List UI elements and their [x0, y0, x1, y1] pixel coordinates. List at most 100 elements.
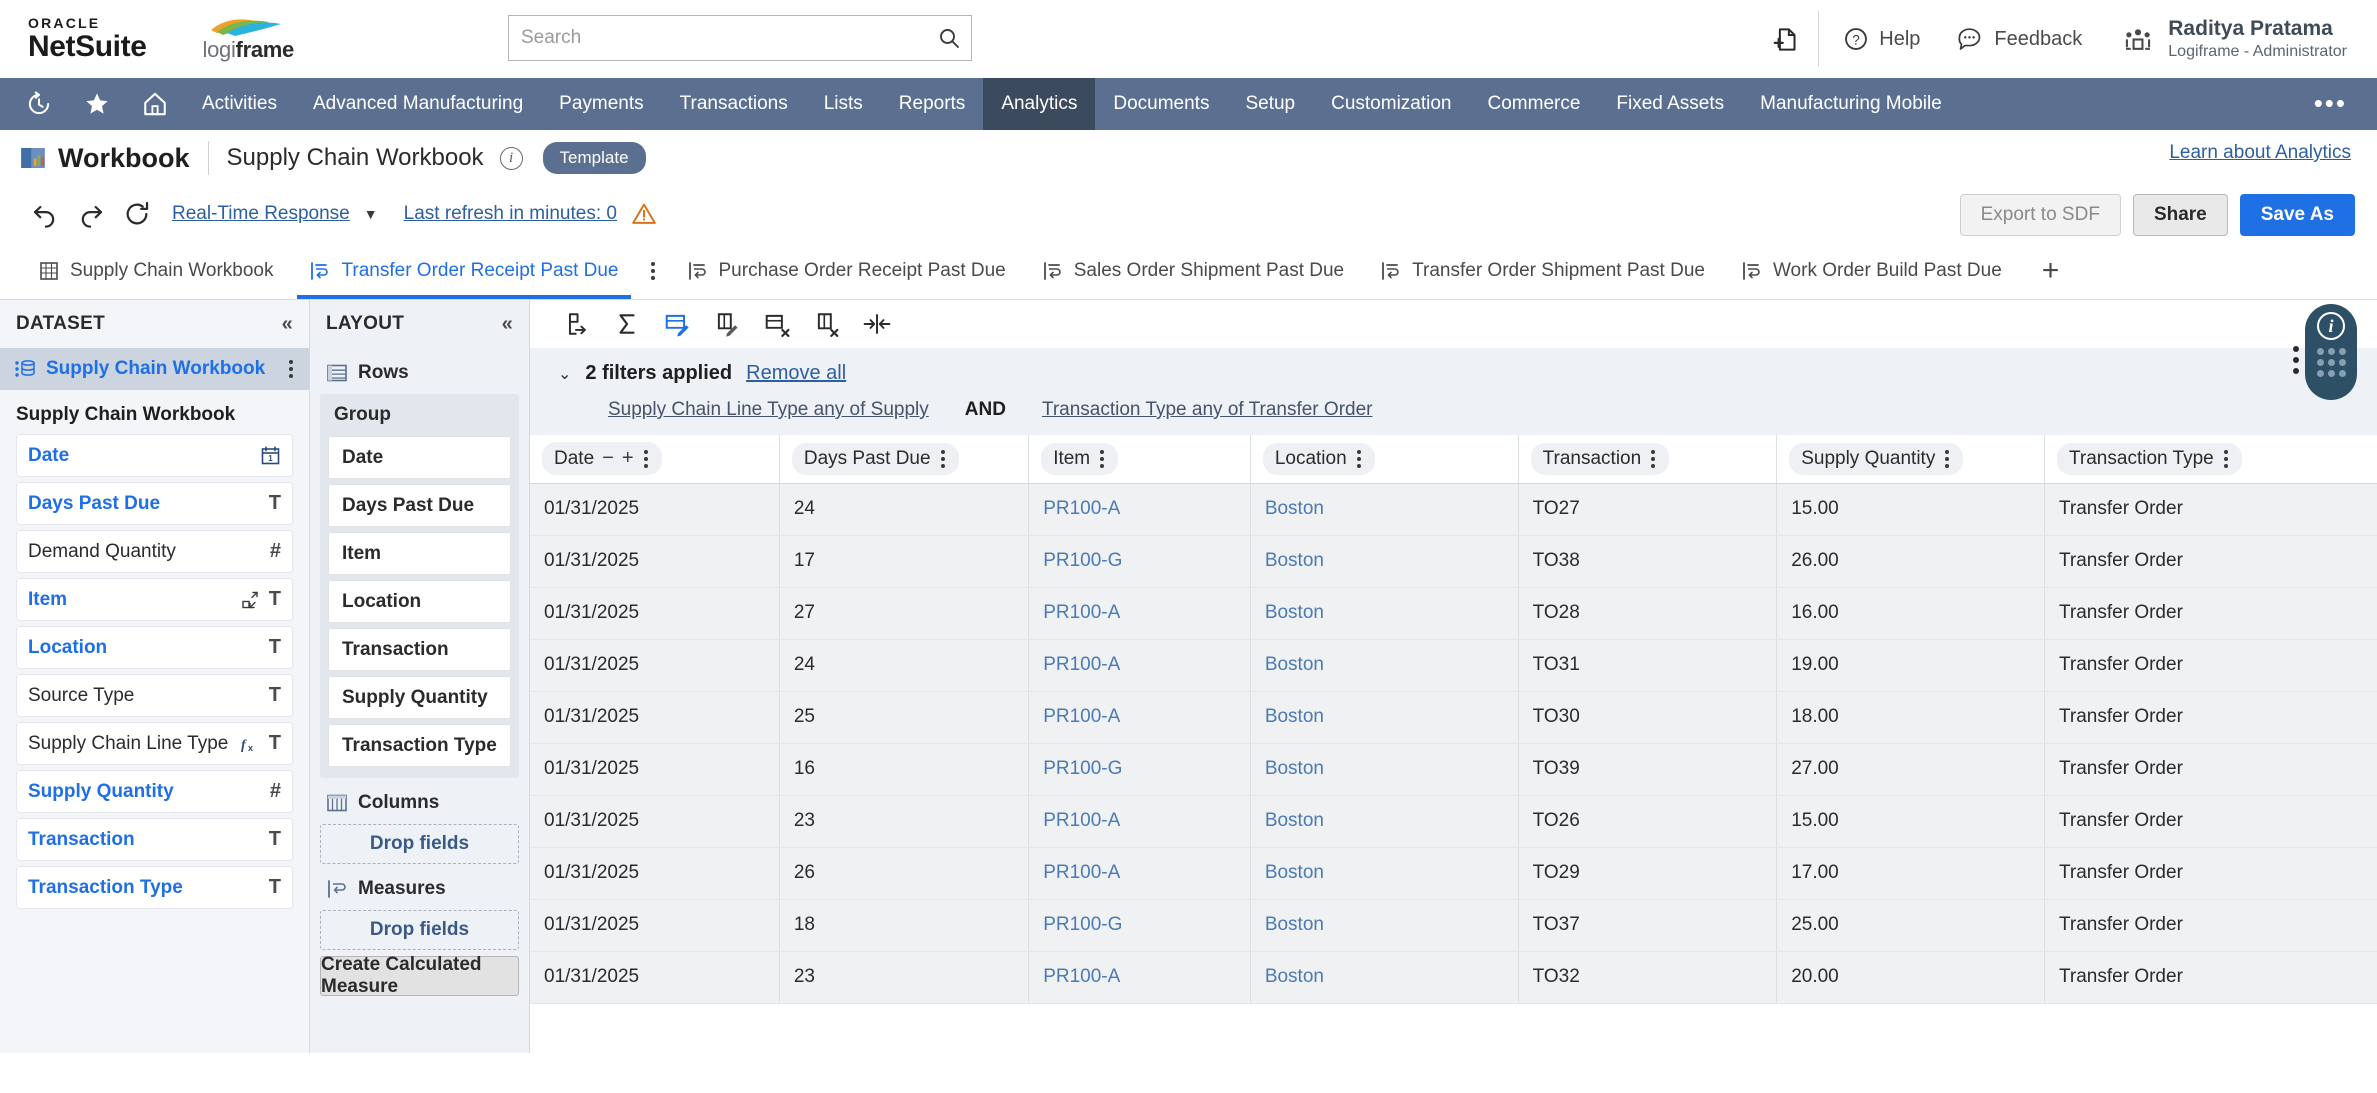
cell-item[interactable]: PR100-G	[1028, 743, 1251, 796]
cell-item[interactable]: PR100-A	[1028, 951, 1251, 1004]
table-header-transaction-type[interactable]: Transaction Type	[2044, 435, 2377, 484]
tab-sales-order-shipment-past-due[interactable]: Sales Order Shipment Past Due	[1024, 242, 1362, 299]
dataset-field-item[interactable]: Item T	[16, 578, 293, 621]
recent-records-button[interactable]	[10, 78, 68, 130]
add-page-button[interactable]	[554, 302, 600, 346]
table-row[interactable]: 01/31/2025 25 PR100-A Boston TO30 18.00 Transf…	[530, 691, 2377, 744]
column-options-button[interactable]	[1943, 449, 1951, 468]
search-input[interactable]	[509, 16, 927, 60]
table-row[interactable]: 01/31/2025 24 PR100-A Boston TO27 15.00 Transf…	[530, 483, 2377, 536]
column-options-button[interactable]	[939, 449, 947, 468]
warning-icon[interactable]	[631, 201, 657, 227]
search-button[interactable]	[927, 26, 971, 50]
user-menu[interactable]: Raditya Pratama Logiframe - Administrato…	[2100, 16, 2361, 62]
info-icon[interactable]: i	[499, 146, 523, 170]
results-table-wrapper[interactable]: Date − + Days Past Due Item Location Transacti…	[530, 435, 2377, 1053]
tab-purchase-order-receipt-past-due[interactable]: Purchase Order Receipt Past Due	[669, 242, 1024, 299]
columns-drop-zone[interactable]: Drop fields	[320, 824, 519, 864]
export-to-sdf-button[interactable]: Export to SDF	[1959, 194, 2121, 236]
table-header-transaction[interactable]: Transaction	[1518, 435, 1778, 484]
nav-item-customization[interactable]: Customization	[1313, 78, 1469, 130]
global-search[interactable]	[508, 15, 972, 61]
table-row[interactable]: 01/31/2025 26 PR100-A Boston TO29 17.00 Transf…	[530, 847, 2377, 900]
collapse-layout-panel-button[interactable]: «	[502, 313, 513, 336]
table-header-days-past-due[interactable]: Days Past Due	[779, 435, 1030, 484]
layout-row-field-location[interactable]: Location	[328, 580, 511, 623]
home-button[interactable]	[126, 78, 184, 130]
layout-row-field-date[interactable]: Date	[328, 436, 511, 479]
cell-location[interactable]: Boston	[1250, 899, 1519, 952]
remove-all-filters-link[interactable]: Remove all	[746, 362, 846, 385]
nav-item-manufacturing-mobile[interactable]: Manufacturing Mobile	[1742, 78, 1960, 130]
dataset-field-transaction-type[interactable]: Transaction Type T	[16, 866, 293, 909]
layout-row-field-item[interactable]: Item	[328, 532, 511, 575]
feedback-button[interactable]: Feedback	[1938, 0, 2100, 78]
response-mode-dropdown[interactable]: ▼	[364, 206, 378, 222]
table-row[interactable]: 01/31/2025 23 PR100-A Boston TO32 20.00 Transf…	[530, 951, 2377, 1004]
edit-rows-button[interactable]	[654, 302, 700, 346]
add-tab-button[interactable]: +	[2020, 242, 2082, 299]
cell-location[interactable]: Boston	[1250, 691, 1519, 744]
favorites-button[interactable]	[68, 78, 126, 130]
collapse-level-button[interactable]: −	[602, 447, 614, 470]
cell-item[interactable]: PR100-A	[1028, 691, 1251, 744]
table-header-item[interactable]: Item	[1028, 435, 1251, 484]
totals-button[interactable]	[604, 302, 650, 346]
create-calculated-measure-button[interactable]: Create Calculated Measure	[320, 954, 519, 997]
cell-item[interactable]: PR100-G	[1028, 899, 1251, 952]
nav-item-advanced-manufacturing[interactable]: Advanced Manufacturing	[295, 78, 541, 130]
cell-item[interactable]: PR100-G	[1028, 535, 1251, 588]
column-options-button[interactable]	[2222, 449, 2230, 468]
nav-item-lists[interactable]: Lists	[806, 78, 881, 130]
filter-collapse-toggle[interactable]: ⌄	[558, 364, 571, 384]
column-options-button[interactable]	[642, 449, 650, 468]
collapse-dataset-panel-button[interactable]: «	[282, 313, 293, 336]
measures-drop-zone[interactable]: Drop fields	[320, 910, 519, 950]
nav-item-payments[interactable]: Payments	[541, 78, 661, 130]
share-button[interactable]: Share	[2132, 194, 2228, 236]
logiframe-logo[interactable]: logiframe	[203, 16, 294, 63]
cell-location[interactable]: Boston	[1250, 483, 1519, 536]
column-options-button[interactable]	[1098, 449, 1106, 468]
nav-item-activities[interactable]: Activities	[184, 78, 295, 130]
filter-condition-2[interactable]: Transaction Type any of Transfer Order	[1042, 399, 1373, 421]
response-mode-link[interactable]: Real-Time Response	[172, 203, 350, 225]
table-row[interactable]: 01/31/2025 23 PR100-A Boston TO26 15.00 Transf…	[530, 795, 2377, 848]
column-options-button[interactable]	[1355, 449, 1363, 468]
cell-location[interactable]: Boston	[1250, 847, 1519, 900]
edit-columns-button[interactable]	[704, 302, 750, 346]
redo-button[interactable]	[68, 191, 114, 237]
info-assistant-widget[interactable]: i	[2305, 304, 2357, 400]
table-row[interactable]: 01/31/2025 16 PR100-G Boston TO39 27.00 Transf…	[530, 743, 2377, 796]
panel-options-button[interactable]	[2293, 346, 2299, 374]
tab-options-button[interactable]	[637, 242, 669, 299]
layout-row-field-supply-quantity[interactable]: Supply Quantity	[328, 676, 511, 719]
table-header-date[interactable]: Date − +	[530, 435, 780, 484]
table-row[interactable]: 01/31/2025 18 PR100-G Boston TO37 25.00 Transf…	[530, 899, 2377, 952]
cell-location[interactable]: Boston	[1250, 535, 1519, 588]
dataset-field-demand-quantity[interactable]: Demand Quantity #	[16, 530, 293, 573]
dataset-field-source-type[interactable]: Source Type T	[16, 674, 293, 717]
dataset-options-button[interactable]	[287, 360, 295, 378]
dataset-field-location[interactable]: Location T	[16, 626, 293, 669]
cell-item[interactable]: PR100-A	[1028, 795, 1251, 848]
table-row[interactable]: 01/31/2025 17 PR100-G Boston TO38 26.00 Transf…	[530, 535, 2377, 588]
layout-row-field-transaction[interactable]: Transaction	[328, 628, 511, 671]
nav-item-fixed-assets[interactable]: Fixed Assets	[1598, 78, 1742, 130]
expand-level-button[interactable]: +	[622, 447, 634, 470]
undo-button[interactable]	[22, 191, 68, 237]
new-record-button[interactable]	[1758, 0, 1812, 78]
table-header-supply-quantity[interactable]: Supply Quantity	[1776, 435, 2046, 484]
dataset-field-days-past-due[interactable]: Days Past Due T	[16, 482, 293, 525]
table-row[interactable]: 01/31/2025 27 PR100-A Boston TO28 16.00 Transf…	[530, 587, 2377, 640]
table-header-location[interactable]: Location	[1250, 435, 1519, 484]
pin-columns-button[interactable]	[804, 302, 850, 346]
nav-more-button[interactable]: •••	[2284, 78, 2377, 130]
selected-dataset-row[interactable]: Supply Chain Workbook	[0, 348, 309, 390]
dataset-field-date[interactable]: Date 1	[16, 434, 293, 477]
tab-transfer-order-receipt-past-due[interactable]: Transfer Order Receipt Past Due	[291, 242, 636, 299]
tab-work-order-build-past-due[interactable]: Work Order Build Past Due	[1723, 242, 2020, 299]
nav-item-reports[interactable]: Reports	[881, 78, 984, 130]
learn-about-analytics-link[interactable]: Learn about Analytics	[2169, 142, 2351, 164]
pin-rows-button[interactable]	[754, 302, 800, 346]
